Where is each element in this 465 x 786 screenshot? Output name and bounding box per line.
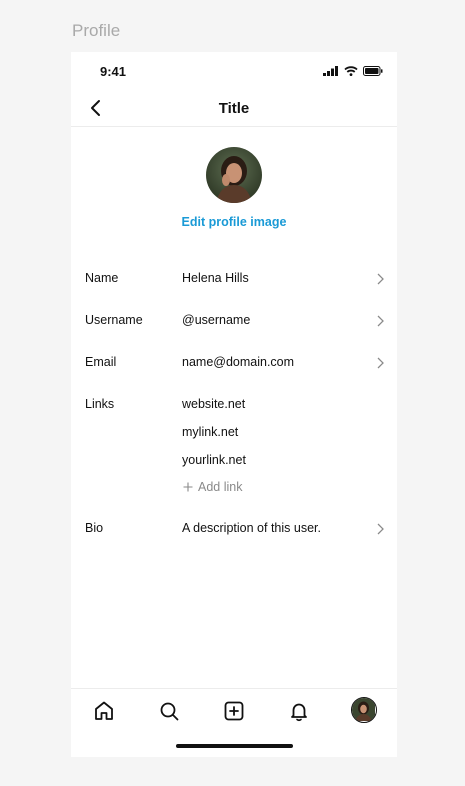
status-icons <box>323 66 383 76</box>
tab-bar <box>71 688 397 733</box>
wifi-icon <box>344 66 358 76</box>
frame-label: Profile <box>72 21 121 40</box>
avatar-photo <box>352 698 375 721</box>
field-value: name@domain.com <box>182 355 295 369</box>
edit-profile-image-link[interactable]: Edit profile image <box>71 215 397 229</box>
status-bar: 9:41 <box>71 52 397 92</box>
field-row-bio[interactable]: Bio A description of this user. <box>71 517 397 541</box>
add-link-button[interactable]: Add link <box>183 480 242 494</box>
profile-photo <box>206 147 262 203</box>
profile-avatar[interactable] <box>206 147 262 203</box>
field-label: Bio <box>85 521 104 535</box>
link-item[interactable]: yourlink.net <box>182 453 246 467</box>
phone-screen: 9:41 Title Edit profile image Name Helen… <box>71 52 397 757</box>
plus-icon <box>183 482 193 492</box>
field-label: Email <box>85 355 117 369</box>
field-label: Username <box>85 313 143 327</box>
battery-icon <box>363 66 383 76</box>
signal-icon <box>323 66 338 76</box>
field-value: Helena Hills <box>182 271 249 285</box>
status-time: 9:41 <box>100 64 127 79</box>
nav-bar: Title <box>71 92 397 127</box>
field-label: Name <box>85 271 119 285</box>
search-icon[interactable] <box>157 699 181 723</box>
home-icon[interactable] <box>92 699 116 723</box>
link-item[interactable]: mylink.net <box>182 425 238 439</box>
field-row-name[interactable]: Name Helena Hills <box>71 267 397 291</box>
field-value: @username <box>182 313 251 327</box>
chevron-right-icon <box>377 273 384 285</box>
chevron-right-icon <box>377 315 384 327</box>
field-row-email[interactable]: Email name@domain.com <box>71 351 397 375</box>
field-label: Links <box>85 397 115 411</box>
chevron-right-icon <box>377 523 384 535</box>
page-title: Title <box>218 100 250 117</box>
bell-icon[interactable] <box>287 699 311 723</box>
tab-avatar[interactable] <box>351 697 377 723</box>
add-link-label: Add link <box>198 480 243 494</box>
chevron-right-icon <box>377 357 384 369</box>
field-row-username[interactable]: Username @username <box>71 309 397 333</box>
home-indicator <box>176 744 293 748</box>
link-item[interactable]: website.net <box>182 397 245 411</box>
field-value: A description of this user. <box>182 521 321 535</box>
add-icon[interactable] <box>222 699 246 723</box>
